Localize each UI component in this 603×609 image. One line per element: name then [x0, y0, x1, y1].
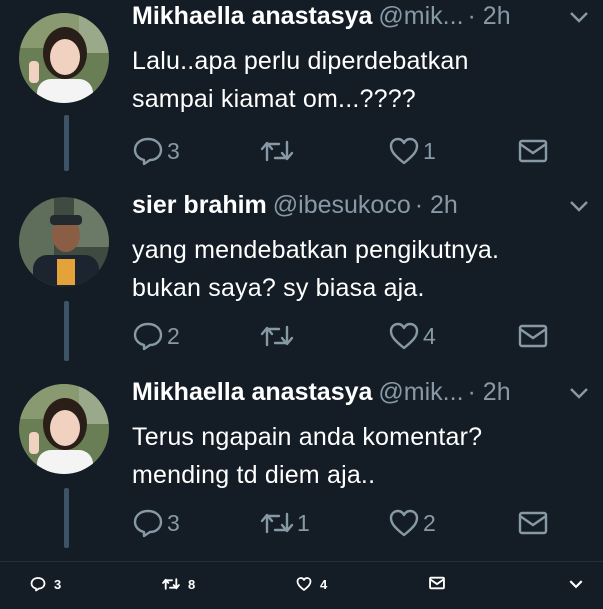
- thread-line: [64, 301, 69, 361]
- tweet-text-line: yang mendebatkan pengikutnya.: [132, 236, 500, 264]
- tweet-text-line: Lalu..apa perlu diperdebatkan: [132, 47, 469, 75]
- chevron-down-icon[interactable]: [569, 199, 589, 213]
- tweet-header: Mikhaella anastasya @mik... · 2h: [132, 378, 511, 414]
- retweet-button[interactable]: [260, 319, 297, 353]
- reply-button[interactable]: 3: [132, 134, 180, 168]
- reply-count: 2: [167, 322, 180, 349]
- retweet-button[interactable]: 1: [260, 506, 310, 540]
- tweet-text: Terus ngapain anda komentar? mending td …: [132, 418, 582, 494]
- tweet-text-line: mending td diem aja..: [132, 461, 376, 489]
- retweet-icon: [260, 325, 294, 347]
- bottom-action-bar: 3 8 4: [0, 561, 603, 609]
- tweet-2[interactable]: sier brahim @ibesukoco · 2h yang mendebatk…: [0, 189, 603, 374]
- timestamp[interactable]: · 2h: [415, 191, 458, 219]
- timestamp[interactable]: · 2h: [468, 378, 511, 406]
- retweet-button[interactable]: [260, 134, 297, 168]
- tweet-1[interactable]: Mikhaella anastasya @mik... · 2h Lalu..apa…: [0, 0, 603, 185]
- bottom-reply-count: 3: [54, 576, 62, 592]
- like-count: 2: [423, 509, 436, 536]
- author-handle[interactable]: @mik...: [378, 378, 463, 406]
- tweet-header: sier brahim @ibesukoco · 2h: [132, 191, 458, 227]
- reply-icon: [133, 509, 163, 538]
- direct-message-button[interactable]: [518, 506, 548, 540]
- envelope-icon: [518, 511, 548, 535]
- tweet-text-line: sampai kiamat om...????: [132, 85, 416, 113]
- retweet-icon: [260, 140, 294, 162]
- tweet-text: Lalu..apa perlu diperdebatkan sampai kia…: [132, 42, 582, 118]
- tweet-text-line: bukan saya? sy biasa aja.: [132, 274, 425, 302]
- like-button[interactable]: 1: [388, 134, 436, 168]
- bottom-retweet-count: 8: [188, 576, 196, 592]
- avatar[interactable]: [19, 13, 109, 103]
- avatar[interactable]: [19, 384, 109, 474]
- direct-message-button[interactable]: [518, 319, 548, 353]
- reply-icon: [133, 322, 163, 351]
- retweet-icon: [162, 578, 180, 590]
- chevron-down-icon[interactable]: [569, 10, 589, 24]
- timestamp[interactable]: · 2h: [468, 2, 511, 30]
- bottom-reply-button[interactable]: 3: [30, 576, 61, 592]
- like-button[interactable]: 2: [388, 506, 436, 540]
- direct-message-button[interactable]: [518, 134, 548, 168]
- heart-icon: [389, 322, 419, 350]
- avatar[interactable]: [19, 197, 109, 287]
- bottom-like-count: 4: [320, 576, 328, 592]
- tweet-text: yang mendebatkan pengikutnya. bukan saya…: [132, 231, 582, 307]
- tweet-actions: 3 1: [132, 134, 562, 168]
- reply-button[interactable]: 2: [132, 319, 180, 353]
- heart-icon: [296, 577, 312, 591]
- tweet-actions: 3 1 2: [132, 506, 562, 540]
- tweet-text-line: Terus ngapain anda komentar?: [132, 423, 483, 451]
- author-name[interactable]: Mikhaella anastasya: [132, 378, 372, 406]
- envelope-icon: [429, 576, 445, 590]
- retweet-count: 1: [297, 509, 310, 536]
- thread-line: [64, 488, 69, 548]
- reply-icon: [30, 577, 46, 592]
- chevron-down-icon[interactable]: [569, 386, 589, 400]
- heart-icon: [389, 137, 419, 165]
- reply-count: 3: [167, 137, 180, 164]
- author-handle[interactable]: @ibesukoco: [273, 191, 411, 219]
- bottom-more-button[interactable]: [568, 579, 584, 589]
- chevron-down-icon: [569, 580, 583, 589]
- like-count: 4: [423, 322, 436, 349]
- author-name[interactable]: Mikhaella anastasya: [132, 2, 372, 30]
- envelope-icon: [518, 139, 548, 163]
- reply-icon: [133, 137, 163, 166]
- tweet-header: Mikhaella anastasya @mik... · 2h: [132, 2, 511, 38]
- tweet-3[interactable]: Mikhaella anastasya @mik... · 2h Terus nga…: [0, 376, 603, 561]
- bottom-message-button[interactable]: [429, 576, 445, 590]
- bottom-retweet-button[interactable]: 8: [162, 576, 195, 592]
- reply-count: 3: [167, 509, 180, 536]
- reply-button[interactable]: 3: [132, 506, 180, 540]
- thread-line: [64, 115, 69, 171]
- retweet-icon: [260, 512, 294, 534]
- like-button[interactable]: 4: [388, 319, 436, 353]
- author-name[interactable]: sier brahim: [132, 191, 267, 219]
- tweet-actions: 2 4: [132, 319, 562, 353]
- heart-icon: [389, 509, 419, 537]
- bottom-like-button[interactable]: 4: [296, 576, 327, 592]
- like-count: 1: [423, 137, 436, 164]
- envelope-icon: [518, 324, 548, 348]
- author-handle[interactable]: @mik...: [378, 2, 463, 30]
